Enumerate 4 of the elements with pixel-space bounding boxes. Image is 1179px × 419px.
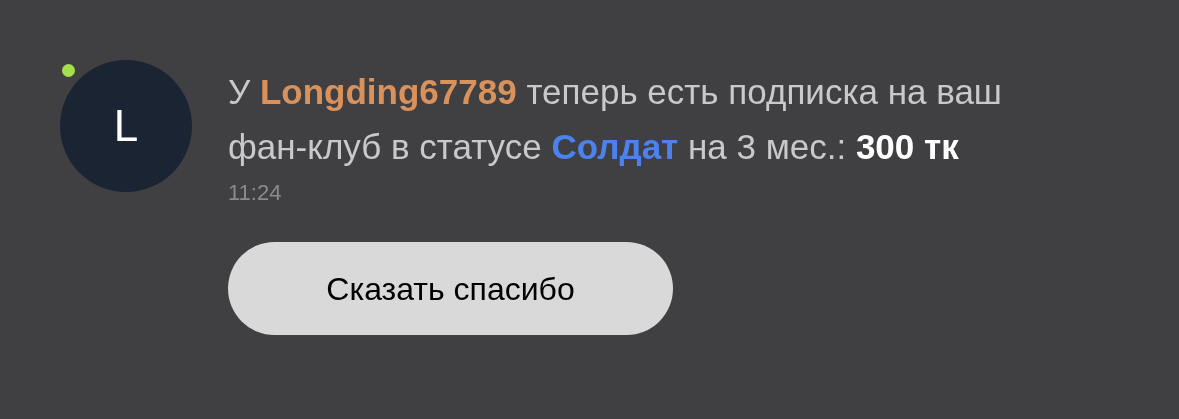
message-time: 11:24 xyxy=(228,179,283,207)
notification-message: У Longding67789 теперь есть подписка на ваш фан-клуб в статусе Солдат на 3 мес.: 300 тк xyxy=(228,71,1003,168)
thank-button[interactable]: Сказать спасибо xyxy=(228,242,673,335)
avatar: L xyxy=(60,60,192,192)
